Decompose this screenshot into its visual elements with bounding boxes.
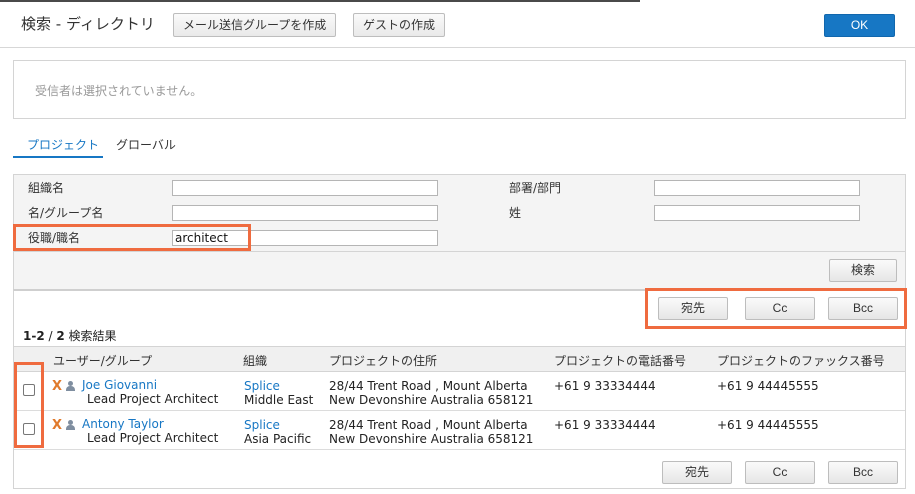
recipient-list[interactable]: 受信者は選択されていません。 — [13, 60, 906, 119]
name-input[interactable] — [172, 205, 438, 221]
results-table-header: ユーザー/グループ 組織 プロジェクトの住所 プロジェクトの電話番号 プロジェク… — [14, 346, 905, 372]
organization-input[interactable] — [172, 180, 438, 196]
column-phone[interactable]: プロジェクトの電話番号 — [554, 352, 686, 369]
phone: +61 9 33334444 — [554, 418, 656, 432]
user-role: Lead Project Architect — [87, 392, 219, 406]
search-form: 組織名 部署/部門 名/グループ名 姓 役職/職名 検索 — [13, 174, 906, 290]
user-role: Lead Project Architect — [87, 431, 219, 445]
column-organization[interactable]: 組織 — [243, 352, 267, 369]
cc-button-top[interactable]: Cc — [745, 297, 815, 320]
table-row: X Antony Taylor Lead Project Architect S… — [14, 411, 905, 450]
surname-input[interactable] — [654, 205, 860, 221]
job-title-input[interactable] — [172, 230, 438, 246]
to-button-bottom[interactable]: 宛先 — [662, 461, 732, 484]
organization-label: 組織名 — [28, 181, 65, 195]
row-checkbox[interactable] — [23, 384, 35, 396]
to-button-top[interactable]: 宛先 — [658, 297, 728, 320]
create-guest-button[interactable]: ゲストの作成 — [353, 13, 446, 37]
organization-link[interactable]: Splice — [244, 419, 280, 432]
department-label: 部署/部門 — [509, 181, 562, 195]
address-line-2: New Devonshire Australia 658121 — [329, 432, 534, 446]
name-label: 名/グループ名 — [28, 206, 104, 220]
tab-project[interactable]: プロジェクト — [13, 136, 103, 158]
result-count: 1-2 / 2 検索結果 — [23, 329, 117, 343]
search-button[interactable]: 検索 — [829, 259, 897, 282]
surname-label: 姓 — [509, 206, 522, 220]
address-line-2: New Devonshire Australia 658121 — [329, 393, 534, 407]
user-name-link[interactable]: Joe Giovanni — [82, 379, 157, 392]
table-row: X Joe Giovanni Lead Project Architect Sp… — [14, 372, 905, 411]
phone: +61 9 33334444 — [554, 379, 656, 393]
row-checkbox[interactable] — [23, 423, 35, 435]
bcc-button-bottom[interactable]: Bcc — [828, 461, 898, 484]
department-input[interactable] — [654, 180, 860, 196]
fax: +61 9 44445555 — [717, 379, 819, 393]
dialog-title: 検索 - ディレクトリ — [21, 15, 155, 33]
address-line-1: 28/44 Trent Road , Mount Alberta — [329, 379, 528, 393]
column-fax[interactable]: プロジェクトのファックス番号 — [717, 352, 885, 369]
x-icon: X — [52, 379, 63, 394]
column-user-group[interactable]: ユーザー/グループ — [53, 352, 152, 369]
bcc-button-top[interactable]: Bcc — [828, 297, 898, 320]
create-email-group-button[interactable]: メール送信グループを作成 — [173, 13, 337, 37]
ok-button[interactable]: OK — [824, 14, 895, 37]
cc-button-bottom[interactable]: Cc — [745, 461, 815, 484]
region: Asia Pacific — [244, 432, 312, 446]
address-line-1: 28/44 Trent Road , Mount Alberta — [329, 418, 528, 432]
user-name-link[interactable]: Antony Taylor — [82, 418, 164, 431]
job-title-label: 役職/職名 — [28, 231, 81, 245]
region: Middle East — [244, 393, 314, 407]
person-icon — [66, 420, 75, 430]
no-recipients-text: 受信者は選択されていません。 — [35, 84, 203, 98]
form-divider — [14, 251, 905, 252]
dialog-header: 検索 - ディレクトリ メール送信グループを作成 ゲストの作成 OK — [0, 0, 915, 48]
organization-link[interactable]: Splice — [244, 380, 280, 393]
x-icon: X — [52, 418, 63, 433]
fax: +61 9 44445555 — [717, 418, 819, 432]
person-icon — [66, 381, 75, 391]
tab-global[interactable]: グローバル — [116, 136, 176, 158]
results-panel: 宛先 Cc Bcc 1-2 / 2 検索結果 ユーザー/グループ 組織 プロジェ… — [13, 289, 906, 489]
column-address[interactable]: プロジェクトの住所 — [329, 352, 437, 369]
